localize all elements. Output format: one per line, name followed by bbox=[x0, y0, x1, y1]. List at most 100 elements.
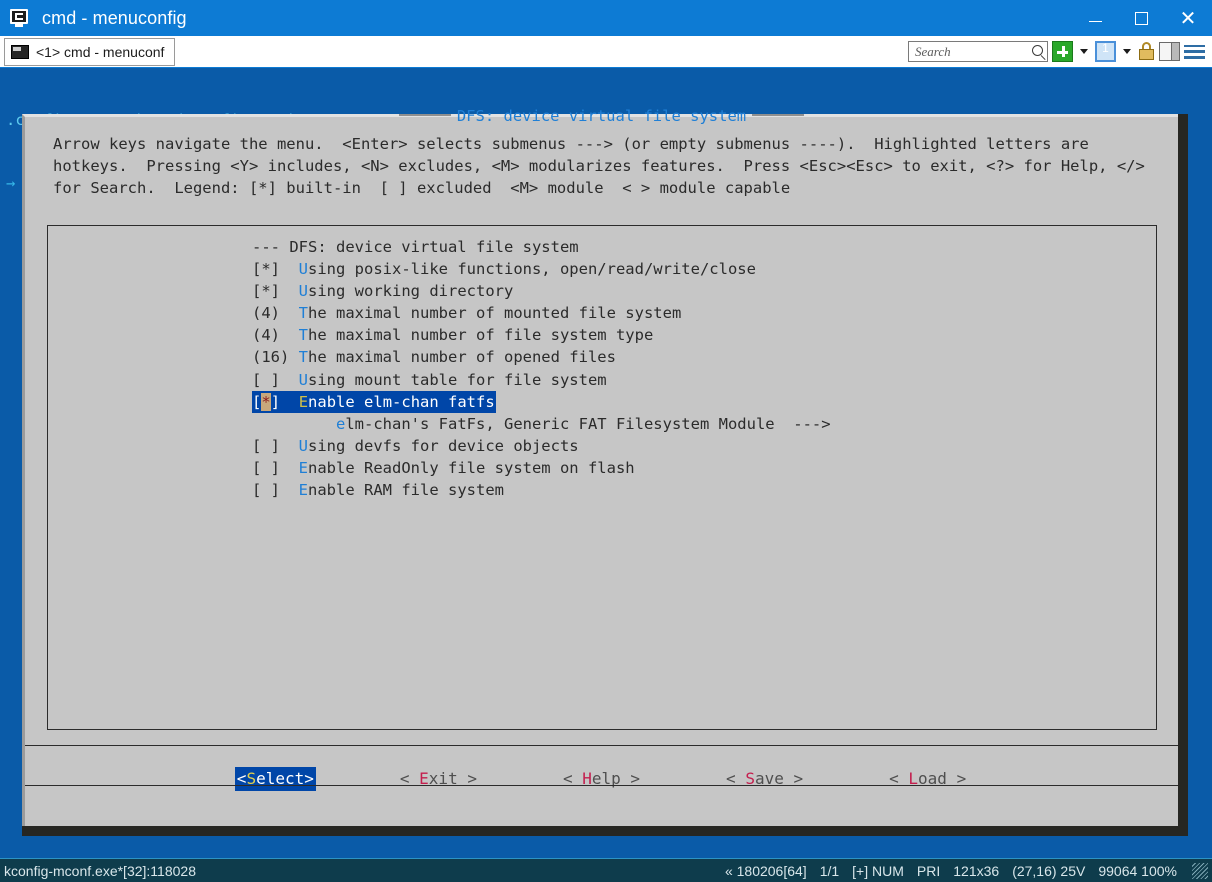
maximize-button[interactable] bbox=[1118, 0, 1164, 36]
item-label: sing posix-like functions, open/read/wri… bbox=[308, 260, 756, 279]
green-plus-icon bbox=[1052, 41, 1073, 62]
item-label: sing devfs for device objects bbox=[308, 436, 579, 455]
new-tab-dropdown[interactable] bbox=[1077, 49, 1091, 54]
list-item[interactable]: [*] Using working directory bbox=[252, 280, 831, 302]
item-hotkey: e bbox=[336, 414, 346, 433]
button-select[interactable]: <Select> bbox=[234, 767, 316, 791]
list-item[interactable]: [*] Enable elm-chan fatfs bbox=[252, 390, 831, 413]
status-item: « 180206[64] bbox=[724, 862, 807, 879]
submenu-arrow: ---> bbox=[774, 414, 831, 433]
item-label: nable RAM file system bbox=[308, 481, 504, 500]
terminal-icon bbox=[10, 8, 30, 28]
menu-item[interactable]: [ ] Using mount table for file system bbox=[252, 371, 607, 389]
chevron-down-icon bbox=[1080, 49, 1088, 54]
item-marker[interactable]: [*] bbox=[252, 392, 280, 411]
item-hotkey: E bbox=[298, 481, 309, 500]
item-hotkey: E bbox=[298, 392, 309, 411]
menu-button[interactable] bbox=[1184, 44, 1205, 60]
status-item: (27,16) 25V bbox=[1012, 862, 1086, 879]
menu-item[interactable]: elm-chan's FatFs, Generic FAT Filesystem… bbox=[252, 415, 831, 433]
item-label: he maximal number of mounted file system bbox=[308, 304, 682, 323]
button-save[interactable]: < Save > bbox=[724, 767, 805, 791]
lock-button[interactable] bbox=[1138, 42, 1155, 61]
status-item: PRI bbox=[916, 862, 941, 879]
list-item[interactable]: (4) The maximal number of file system ty… bbox=[252, 324, 831, 346]
list-item[interactable]: [ ] Enable ReadOnly file system on flash bbox=[252, 457, 831, 479]
menu-item-selected[interactable]: [*] Enable elm-chan fatfs bbox=[252, 390, 496, 413]
resize-grip[interactable] bbox=[1192, 862, 1208, 879]
dialog-title: DFS: device virtual file system bbox=[25, 106, 1178, 126]
button-exit[interactable]: < Exit > bbox=[398, 767, 479, 791]
tab-bar: <1> cmd - menuconf bbox=[0, 36, 1212, 68]
split-view-button[interactable] bbox=[1159, 42, 1180, 61]
menu-item[interactable]: [ ] Enable RAM file system bbox=[252, 481, 504, 499]
title-bar: cmd - menuconfig ✕ bbox=[0, 0, 1212, 36]
item-hotkey: U bbox=[298, 370, 309, 389]
list-item[interactable]: [ ] Enable RAM file system bbox=[252, 479, 831, 501]
list-item[interactable]: (16) The maximal number of opened files bbox=[252, 346, 831, 368]
minimize-button[interactable] bbox=[1072, 0, 1118, 36]
menu-list: --- DFS: device virtual file system [*] U… bbox=[252, 236, 831, 501]
app-window: cmd - menuconfig ✕ <1> cmd - menuconf Se… bbox=[0, 0, 1212, 882]
list-item[interactable]: elm-chan's FatFs, Generic FAT Filesystem… bbox=[252, 413, 831, 435]
item-hotkey: T bbox=[298, 348, 309, 367]
tab-cmd-menuconf[interactable]: <1> cmd - menuconf bbox=[4, 37, 176, 66]
item-marker[interactable]: [ ] bbox=[252, 371, 280, 389]
item-marker[interactable]: [*] bbox=[252, 260, 280, 278]
list-item[interactable]: (4) The maximal number of mounted file s… bbox=[252, 302, 831, 324]
hamburger-menu-icon bbox=[1184, 44, 1205, 60]
new-tab-button[interactable] bbox=[1052, 41, 1073, 62]
toolbar bbox=[908, 41, 1212, 62]
button-separator-bottom bbox=[25, 785, 1178, 786]
menu-item[interactable]: [*] Using working directory bbox=[252, 282, 513, 300]
item-label: lm-chan's FatFs, Generic FAT Filesystem … bbox=[345, 414, 775, 433]
search-input[interactable] bbox=[913, 42, 1029, 61]
menu-item[interactable]: (4) The maximal number of mounted file s… bbox=[252, 304, 681, 322]
menu-item[interactable]: [ ] Enable ReadOnly file system on flash bbox=[252, 459, 635, 477]
list-item[interactable]: [ ] Using mount table for file system bbox=[252, 369, 831, 391]
list-item[interactable]: [*] Using posix-like functions, open/rea… bbox=[252, 258, 831, 280]
item-label: he maximal number of opened files bbox=[308, 348, 616, 367]
list-item[interactable]: [ ] Using devfs for device objects bbox=[252, 435, 831, 457]
item-marker[interactable]: [ ] bbox=[252, 481, 280, 499]
close-button[interactable]: ✕ bbox=[1164, 0, 1212, 36]
padlock-icon bbox=[1138, 42, 1155, 61]
search-box[interactable] bbox=[908, 41, 1048, 62]
item-marker[interactable]: (4) bbox=[252, 326, 280, 344]
window-title: cmd - menuconfig bbox=[42, 7, 187, 28]
chevron-down-icon bbox=[1123, 49, 1131, 54]
dialog-help-text: Arrow keys navigate the menu. <Enter> se… bbox=[53, 135, 1155, 197]
window-1-icon bbox=[1095, 41, 1116, 62]
item-label: he maximal number of file system type bbox=[308, 326, 654, 345]
status-item: 99064 100% bbox=[1098, 862, 1177, 879]
status-item: [+] NUM bbox=[852, 862, 904, 879]
item-hotkey: U bbox=[298, 260, 309, 279]
menu-item[interactable]: [ ] Using devfs for device objects bbox=[252, 437, 579, 455]
window-dropdown[interactable] bbox=[1120, 49, 1134, 54]
menu-item[interactable]: [*] Using posix-like functions, open/rea… bbox=[252, 260, 756, 278]
window-button[interactable] bbox=[1095, 41, 1116, 62]
button-help[interactable]: < Help > bbox=[561, 767, 642, 791]
item-label: sing mount table for file system bbox=[308, 370, 607, 389]
item-marker[interactable]: (16) bbox=[252, 348, 289, 366]
menu-item[interactable]: (4) The maximal number of file system ty… bbox=[252, 326, 653, 344]
menuconfig-dialog: DFS: device virtual file system Arrow ke… bbox=[22, 107, 1178, 826]
button-load[interactable]: < Load > bbox=[887, 767, 968, 791]
window-controls: ✕ bbox=[1072, 0, 1212, 36]
item-marker[interactable]: [ ] bbox=[252, 459, 280, 477]
item-marker[interactable]: (4) bbox=[252, 304, 280, 322]
item-marker[interactable]: [*] bbox=[252, 282, 280, 300]
item-hotkey: T bbox=[298, 304, 309, 323]
item-marker[interactable]: [ ] bbox=[252, 437, 280, 455]
item-label: sing working directory bbox=[308, 282, 514, 301]
menu-item[interactable]: (16) The maximal number of opened files bbox=[252, 348, 616, 366]
status-item: 1/1 bbox=[819, 862, 840, 879]
terminal-area: .config - RT-Thread Configuration → RT-T… bbox=[0, 68, 1212, 858]
status-bar: kconfig-mconf.exe*[32]:118028 « 180206[6… bbox=[0, 858, 1212, 882]
dialog-buttons: <Select> < Exit > < Help > < Save > < Load > bbox=[25, 767, 1178, 791]
status-item: 121x36 bbox=[953, 862, 1000, 879]
menu-frame: --- DFS: device virtual file system [*] U… bbox=[47, 225, 1157, 730]
status-process: kconfig-mconf.exe*[32]:118028 bbox=[4, 862, 196, 879]
item-label: nable ReadOnly file system on flash bbox=[308, 458, 635, 477]
dialog-title-text: DFS: device virtual file system bbox=[456, 107, 747, 125]
